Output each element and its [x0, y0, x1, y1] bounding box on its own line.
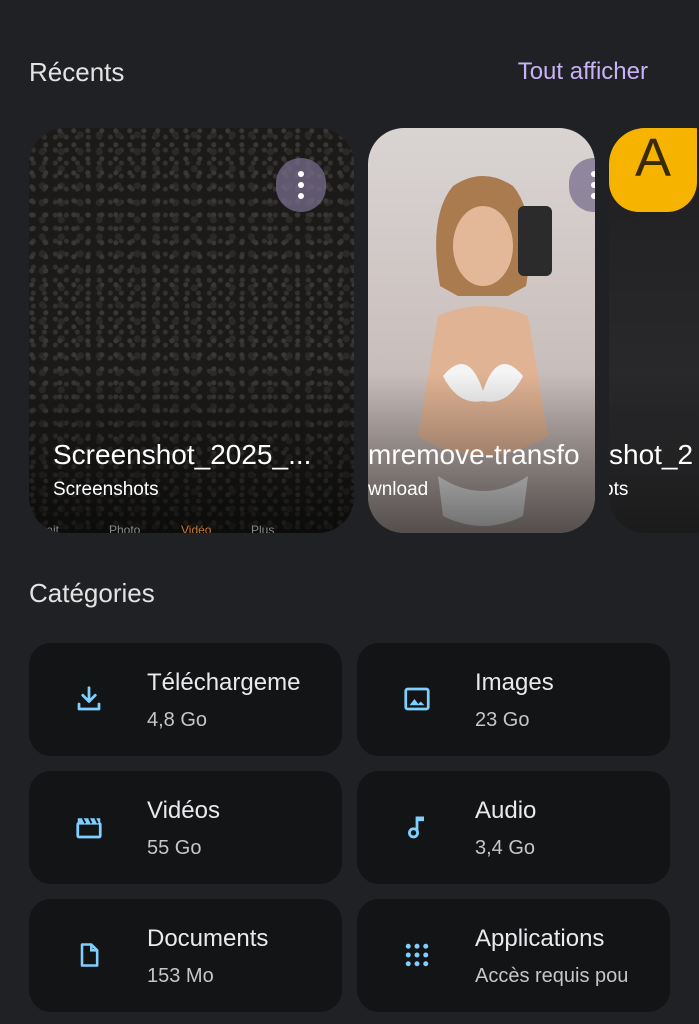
camera-mode-label: Photo	[109, 523, 141, 533]
more-vert-icon	[298, 171, 304, 199]
category-size: 23 Go	[475, 709, 530, 731]
recent-file-name: shot_2	[609, 439, 694, 470]
category-documents[interactable]: Documents 153 Mo	[29, 899, 342, 1012]
category-name: Applications	[475, 925, 605, 952]
camera-mode-label: Plus	[251, 523, 275, 533]
recent-card-screenshot-2[interactable]: A shot_2 ots	[609, 128, 699, 533]
category-name: Vidéos	[147, 797, 220, 824]
category-size: Accès requis pou	[475, 965, 629, 987]
category-videos[interactable]: Vidéos 55 Go	[29, 771, 342, 884]
category-size: 4,8 Go	[147, 709, 208, 731]
recents-title: Récents	[29, 56, 125, 87]
more-options-button[interactable]	[569, 158, 595, 212]
music-note-icon	[401, 811, 433, 843]
download-icon	[73, 683, 105, 715]
recents-carousel[interactable]: rtrait Photo Vidéo Plus Screenshot_2025_…	[0, 126, 699, 536]
category-audio[interactable]: Audio 3,4 Go	[357, 771, 670, 884]
category-name: Documents	[147, 925, 269, 952]
avatar: A	[609, 128, 697, 212]
recent-file-name: mremove-transfo	[368, 439, 580, 470]
category-images[interactable]: Images 23 Go	[357, 643, 670, 756]
image-icon	[401, 683, 433, 715]
camera-mode-label: rtrait	[35, 523, 59, 533]
category-size: 3,4 Go	[475, 837, 536, 859]
recent-card-screenshot[interactable]: rtrait Photo Vidéo Plus Screenshot_2025_…	[29, 128, 354, 533]
more-options-button[interactable]	[276, 158, 326, 212]
recent-file-folder: ots	[609, 479, 629, 500]
recent-file-folder: Screenshots	[53, 479, 159, 500]
recents-header: Récents Tout afficher	[29, 52, 648, 92]
category-size: 55 Go	[147, 837, 202, 859]
more-vert-icon	[591, 171, 595, 199]
category-name: Téléchargeme	[147, 669, 301, 696]
categories-title: Catégories	[29, 578, 155, 608]
category-size: 153 Mo	[147, 965, 214, 987]
video-clapper-icon	[73, 811, 105, 843]
recent-file-name: Screenshot_2025_...	[53, 439, 312, 470]
view-all-link[interactable]: Tout afficher	[518, 58, 648, 86]
category-downloads[interactable]: Téléchargeme 4,8 Go	[29, 643, 342, 756]
recent-file-folder: wnload	[368, 479, 429, 500]
apps-grid-icon	[401, 939, 433, 971]
document-icon	[73, 939, 105, 971]
category-applications[interactable]: Applications Accès requis pou	[357, 899, 670, 1012]
recent-card-photo[interactable]: mremove-transfo wnload	[368, 128, 595, 533]
camera-mode-label: Vidéo	[181, 523, 212, 533]
category-name: Audio	[475, 797, 537, 824]
category-name: Images	[475, 669, 554, 696]
